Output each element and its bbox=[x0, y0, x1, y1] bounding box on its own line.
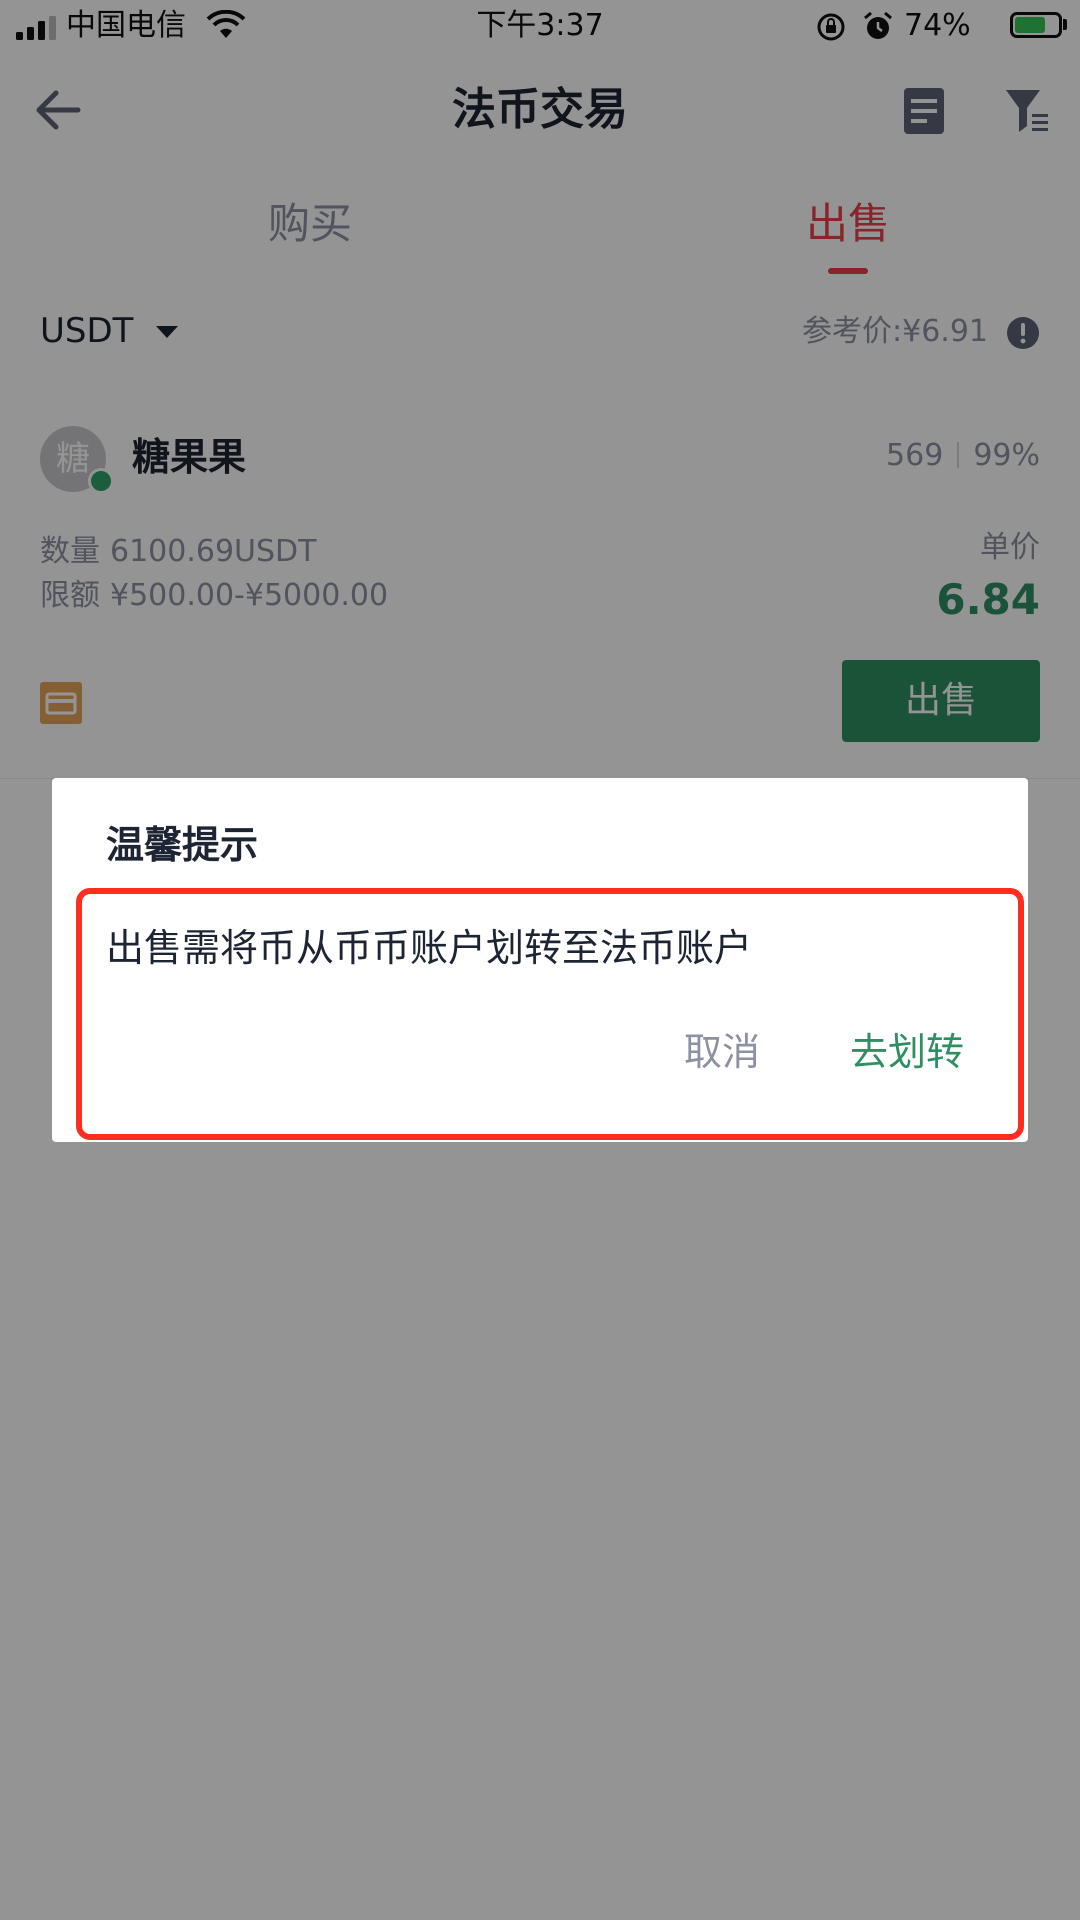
transfer-prompt-dialog: 温馨提示 出售需将币从币币账户划转至法币账户 取消 去划转 bbox=[52, 778, 1028, 1142]
dialog-message: 出售需将币从币币账户划转至法币账户 bbox=[106, 926, 753, 970]
cancel-button[interactable]: 取消 bbox=[684, 1024, 760, 1080]
dialog-title: 温馨提示 bbox=[106, 823, 259, 867]
go-transfer-button[interactable]: 去划转 bbox=[850, 1024, 964, 1080]
